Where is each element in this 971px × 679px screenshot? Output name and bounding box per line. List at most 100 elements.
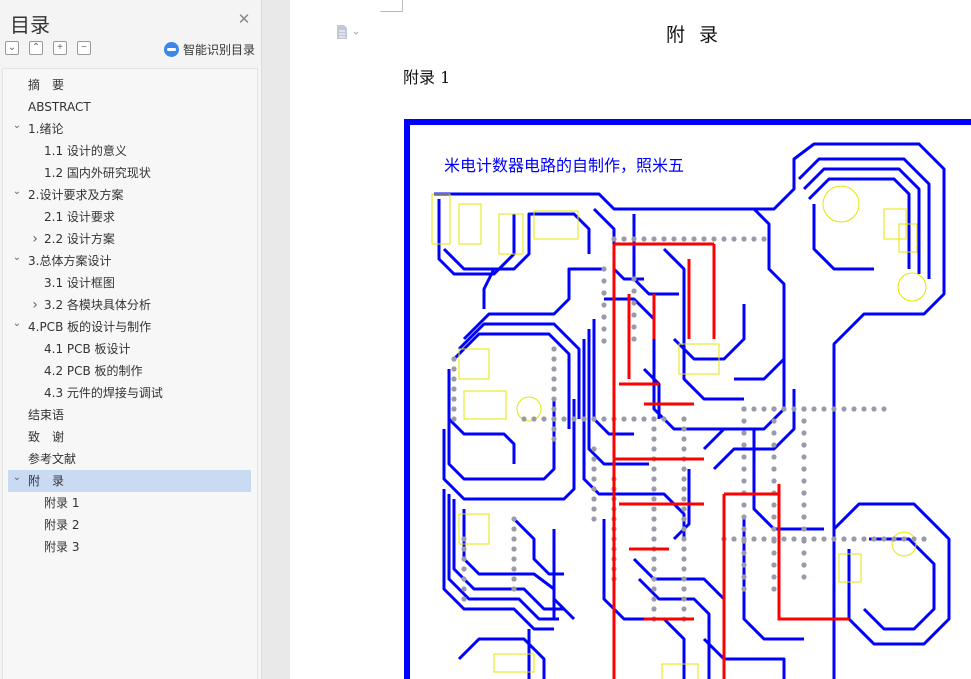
toc-item[interactable]: ⌄ 1.绪论	[3, 118, 257, 140]
toc-item[interactable]: 4.2 PCB 板的制作	[3, 360, 257, 382]
pcb-pad	[451, 366, 457, 372]
pcb-pad	[801, 490, 807, 496]
pcb-pad	[601, 302, 607, 308]
pcb-pad	[521, 416, 527, 422]
pcb-pad	[811, 406, 817, 412]
page-options-icon[interactable]	[335, 24, 361, 40]
toc-item-label: 附录 3	[44, 540, 80, 554]
toc-item[interactable]: 4.1 PCB 板设计	[3, 338, 257, 360]
toc-sidebar: 目录 ✕ ⌄ ⌃ + − 智能识别目录 摘 要 ABSTRACT ⌄ 1.绪论 1.1 …	[0, 0, 262, 679]
chevron-right-icon[interactable]: ›	[30, 228, 40, 250]
pcb-pad	[551, 346, 557, 352]
toc-item[interactable]: 4.3 元件的焊接与调试	[3, 382, 257, 404]
pcb-pad	[461, 546, 467, 552]
pcb-pad	[551, 356, 557, 362]
toc-toolbar: ⌄ ⌃ + −	[5, 41, 91, 57]
pcb-pad	[651, 436, 657, 442]
remove-heading-icon[interactable]: −	[77, 41, 91, 55]
pcb-pad	[851, 536, 857, 542]
pcb-pad	[651, 446, 657, 452]
add-heading-icon[interactable]: +	[53, 41, 67, 55]
toc-item[interactable]: 附录 2	[3, 514, 257, 536]
pcb-pad	[591, 476, 597, 482]
toc-item[interactable]: › 2.2 设计方案	[3, 228, 257, 250]
toc-item-label: 2.2 设计方案	[44, 232, 115, 246]
chevron-down-icon[interactable]: ⌄	[12, 181, 22, 203]
toc-item[interactable]: ⌄ 2.设计要求及方案	[3, 184, 257, 206]
pcb-pad	[681, 446, 687, 452]
pcb-pad	[801, 550, 807, 556]
toc-item[interactable]: 1.1 设计的意义	[3, 140, 257, 162]
close-icon[interactable]: ✕	[236, 12, 252, 28]
pcb-pad	[651, 566, 657, 572]
toc-item[interactable]: 3.1 设计框图	[3, 272, 257, 294]
pcb-pad	[771, 514, 777, 520]
toc-item[interactable]: › 3.2 各模块具体分析	[3, 294, 257, 316]
appendix-1-heading: 附录 1	[403, 68, 451, 87]
pcb-pad	[461, 556, 467, 562]
pcb-pad	[531, 416, 537, 422]
toc-item[interactable]: 致 谢	[3, 426, 257, 448]
toc-item[interactable]: 1.2 国内外研究现状	[3, 162, 257, 184]
pcb-pad	[821, 406, 827, 412]
smart-recognize-toc-button[interactable]: 智能识别目录	[164, 41, 255, 58]
pcb-pad	[591, 496, 597, 502]
pcb-pad	[721, 236, 727, 242]
pcb-pad	[651, 586, 657, 592]
toc-item-label: 2.设计要求及方案	[28, 188, 124, 202]
toc-item[interactable]: 附录 1	[3, 492, 257, 514]
chevron-down-icon[interactable]: ⌄	[12, 467, 22, 489]
toc-item[interactable]: ⌄ 附 录	[8, 470, 251, 492]
pcb-pad	[801, 502, 807, 508]
pcb-pad	[591, 506, 597, 512]
collapse-all-icon[interactable]: ⌄	[5, 41, 19, 55]
pcb-pad	[511, 516, 517, 522]
chevron-down-icon[interactable]: ⌄	[12, 313, 22, 335]
toc-item-label: 附录 1	[44, 496, 80, 510]
pcb-pad	[701, 236, 707, 242]
pcb-pad	[681, 556, 687, 562]
pcb-pad	[771, 536, 777, 542]
pcb-pad	[641, 236, 647, 242]
pcb-pad	[591, 466, 597, 472]
pcb-pad	[451, 386, 457, 392]
toc-item[interactable]: ABSTRACT	[3, 96, 257, 118]
toc-item-label: 结束语	[28, 408, 65, 422]
pcb-pad	[871, 406, 877, 412]
toc-item[interactable]: ⌄ 3.总体方案设计	[3, 250, 257, 272]
pcb-pad	[731, 536, 737, 542]
pcb-pad	[771, 526, 777, 532]
pcb-pad	[771, 502, 777, 508]
pcb-pad	[731, 236, 737, 242]
toc-item[interactable]: 参考文献	[3, 448, 257, 470]
pcb-pad	[651, 496, 657, 502]
pcb-pad	[791, 406, 797, 412]
chevron-down-icon[interactable]: ⌄	[12, 115, 22, 137]
chevron-right-icon[interactable]: ›	[30, 294, 40, 316]
chevron-down-icon[interactable]: ⌄	[12, 247, 22, 269]
pcb-pad	[771, 406, 777, 412]
toc-item[interactable]: 2.1 设计要求	[3, 206, 257, 228]
toc-item[interactable]: ⌄ 4.PCB 板的设计与制作	[3, 316, 257, 338]
pcb-pad	[741, 236, 747, 242]
toc-item[interactable]: 结束语	[3, 404, 257, 426]
pcb-pad	[601, 338, 607, 344]
expand-all-icon[interactable]: ⌃	[29, 41, 43, 55]
pcb-pad	[601, 266, 607, 272]
pcb-pad	[881, 536, 887, 542]
pcb-pad	[631, 288, 637, 294]
toc-item[interactable]: 附录 3	[3, 536, 257, 558]
toc-item-label: 3.1 设计框图	[44, 276, 115, 290]
pcb-pad	[691, 236, 697, 242]
pcb-pad	[771, 478, 777, 484]
pcb-pad	[801, 418, 807, 424]
pcb-pad	[681, 566, 687, 572]
pcb-pad	[821, 536, 827, 542]
pcb-pad	[841, 536, 847, 542]
pcb-pad	[601, 314, 607, 320]
toc-item[interactable]: 摘 要	[3, 74, 257, 96]
pcb-pad	[851, 406, 857, 412]
toc-item-label: ABSTRACT	[28, 100, 91, 114]
pcb-pad	[651, 536, 657, 542]
pcb-pad	[461, 536, 467, 542]
